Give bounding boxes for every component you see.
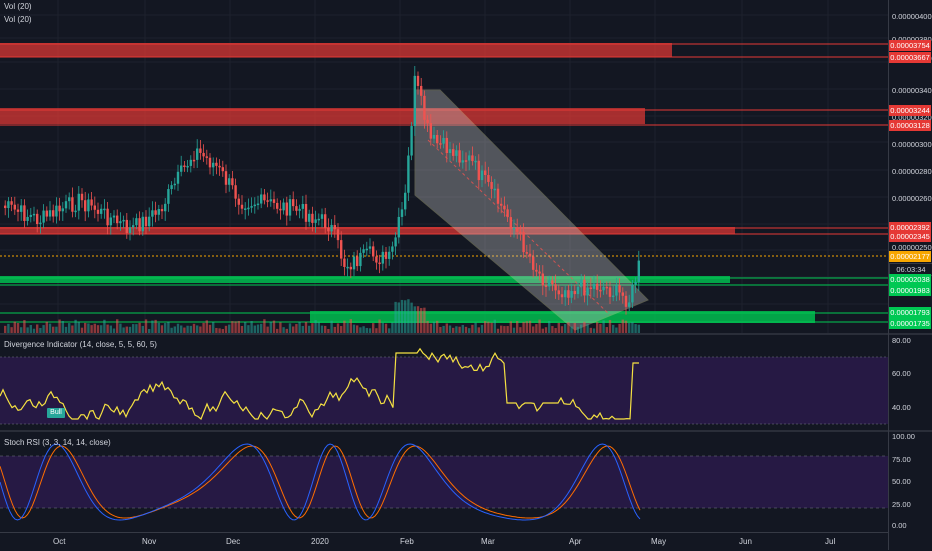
price-level-tag: 0.00001735	[889, 318, 931, 329]
time-axis-label: Apr	[569, 537, 582, 546]
stoch-tick-label: 25.00	[892, 500, 911, 509]
price-chart-pane[interactable]	[0, 0, 888, 333]
price-level-tag: 0.00001983	[889, 285, 931, 296]
stoch-tick-label: 100.00	[892, 432, 915, 441]
price-level-tag: 0.00003667	[889, 52, 931, 63]
stoch-rsi-band	[0, 456, 888, 508]
price-level-tag: 0.00001793	[889, 307, 931, 318]
price-level-tag: 0.00002345	[889, 231, 931, 242]
price-tick-label: 0.00000300	[892, 140, 932, 149]
time-axis-label: Jun	[739, 537, 752, 546]
stoch-tick-label: 50.00	[892, 477, 911, 486]
price-tick-label: 0.00000340	[892, 86, 932, 95]
time-axis-label: Dec	[226, 537, 241, 546]
time-axis-label: May	[651, 537, 667, 546]
volume-legend-2[interactable]: Vol (20)	[4, 15, 32, 24]
volume-legend-1[interactable]: Vol (20)	[4, 2, 32, 11]
divergence-tick-label: 60.00	[892, 369, 911, 378]
resistance-zone-top	[0, 43, 672, 57]
price-tick-label: 0.00000280	[892, 167, 932, 176]
stoch-tick-label: 75.00	[892, 455, 911, 464]
divergence-band	[0, 357, 888, 424]
stoch-rsi-pane[interactable]	[0, 432, 888, 532]
bull-divergence-label: Bull	[47, 408, 65, 418]
price-level-tag: 0.00003128	[889, 120, 931, 131]
price-tick-label: 0.00000260	[892, 194, 932, 203]
divergence-tick-label: 40.00	[892, 403, 911, 412]
time-axis-label: Oct	[53, 537, 66, 546]
stoch-rsi-svg[interactable]	[0, 432, 888, 532]
time-axis-label: Feb	[400, 537, 414, 546]
stoch-tick-label: 0.00	[892, 521, 907, 530]
time-axis-label: Jul	[825, 537, 836, 546]
time-axis-label: Nov	[142, 537, 157, 546]
time-axis-label: 2020	[311, 537, 329, 546]
price-level-tag: 0.00003244	[889, 105, 931, 116]
price-level-tag: 0.00003754	[889, 40, 931, 51]
divergence-legend[interactable]: Divergence Indicator (14, close, 5, 5, 6…	[4, 340, 157, 349]
price-level-tag: 0.00002177	[889, 251, 931, 262]
divergence-tick-label: 80.00	[892, 336, 911, 345]
price-tick-label: 0.00000400	[892, 12, 932, 21]
time-axis[interactable]	[0, 532, 888, 551]
stoch-rsi-legend[interactable]: Stoch RSI (3, 3, 14, 14, close)	[4, 438, 111, 447]
price-chart-svg[interactable]	[0, 0, 888, 333]
price-level-tag: 0.00002038	[889, 274, 931, 285]
time-axis-label: Mar	[481, 537, 495, 546]
